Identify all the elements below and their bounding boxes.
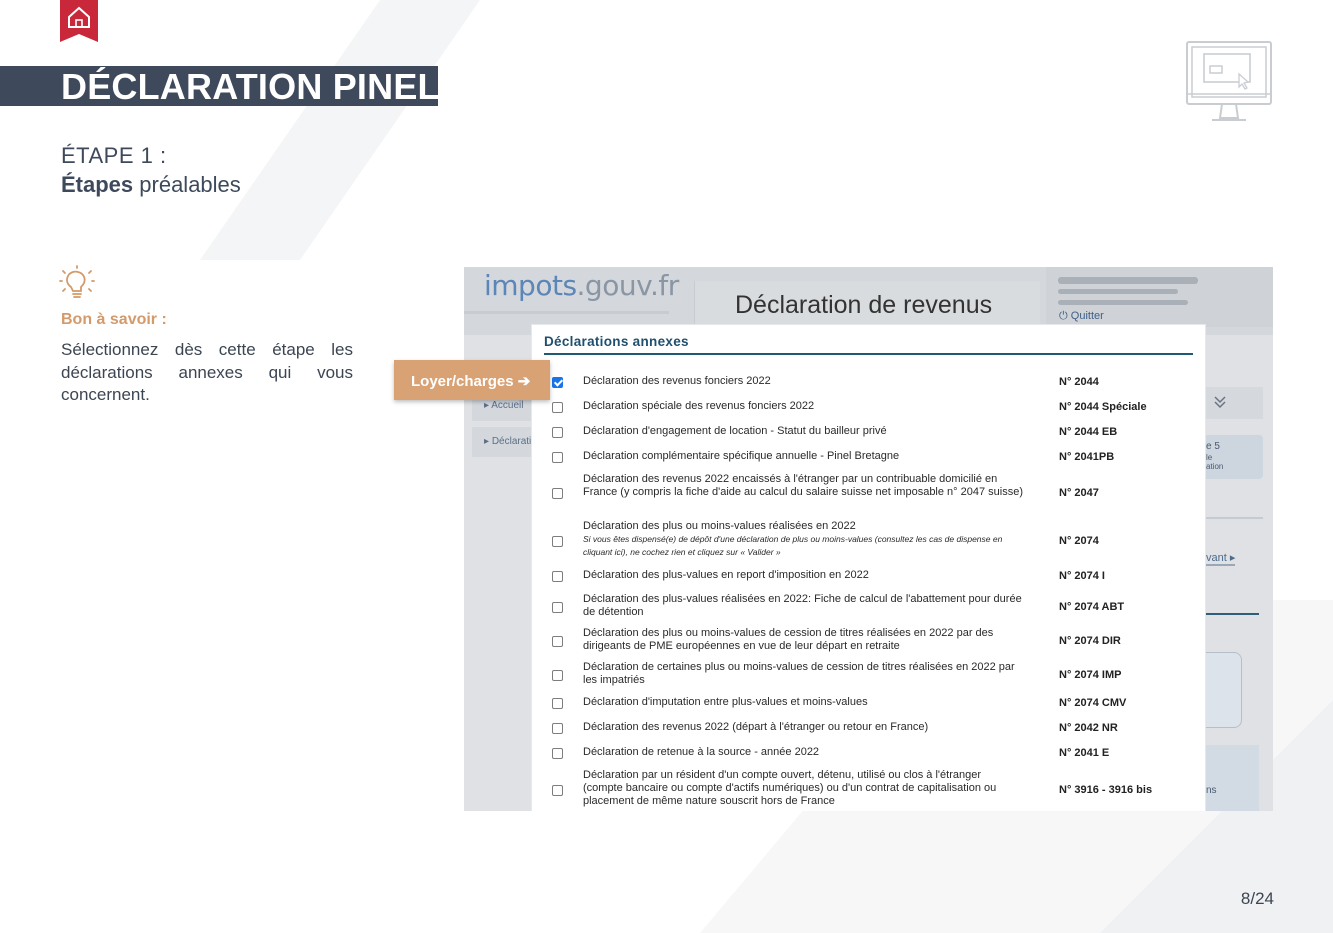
declaration-checkbox[interactable] (552, 488, 563, 499)
declaration-label: Déclaration des revenus fonciers 2022 (583, 375, 771, 387)
declaration-checkbox[interactable] (552, 698, 563, 709)
declaration-checkbox[interactable] (552, 785, 563, 796)
step-5-label: e 5 (1206, 441, 1220, 452)
computer-screen-icon (1186, 41, 1272, 121)
tip-body: Sélectionnez dès cette étape les déclara… (61, 340, 353, 404)
declaration-label: Déclaration de retenue à la source - ann… (583, 746, 820, 758)
declaration-label: Déclaration des plus-values en report d'… (583, 569, 869, 581)
declaration-label: Déclaration d'imputation entre plus-valu… (583, 696, 868, 708)
declaration-checkbox[interactable] (552, 602, 563, 613)
form-number: N° 2074 IMP (1059, 669, 1122, 681)
form-number: N° 2047 (1059, 487, 1099, 499)
declaration-label: Déclaration de certaines plus ou moins-v… (583, 661, 1015, 686)
tip-title: Bon à savoir : (61, 311, 167, 328)
form-number: N° 2044 EB (1059, 426, 1118, 438)
form-number: N° 2074 (1059, 535, 1099, 547)
arrow-right-icon: ➔ (517, 373, 531, 390)
declaration-label: Déclaration des plus ou moins-values réa… (583, 520, 1023, 558)
declaration-checkbox[interactable] (552, 748, 563, 759)
divider (1202, 517, 1263, 519)
step-5-fragment-b: ation (1206, 462, 1224, 471)
declaration-checkbox[interactable] (552, 377, 563, 388)
modal-title-rule (544, 353, 1193, 355)
declaration-checkbox[interactable] (552, 402, 563, 413)
step-title: Étapes préalables (61, 172, 241, 197)
form-number: N° 2042 NR (1059, 722, 1118, 734)
declaration-label: Déclaration des plus-values réalisées en… (583, 593, 1022, 618)
form-number: N° 2044 Spéciale (1059, 401, 1147, 413)
side-help-fragment: ns (1206, 785, 1217, 796)
tax-website-screenshot: impots.gouv.fr Déclaration de revenus ⏻ … (464, 267, 1273, 811)
quit-button[interactable]: ⏻ Quitter (1059, 310, 1104, 323)
collapse-panel[interactable] (1202, 387, 1263, 419)
page-number: 8/24 (1240, 889, 1274, 908)
declaration-checkbox[interactable] (552, 452, 563, 463)
house-icon (60, 0, 98, 42)
loyer-charges-callout: Loyer/charges ➔ (394, 360, 550, 400)
form-number: N° 2041 E (1059, 747, 1110, 759)
form-number: N° 2044 (1059, 376, 1099, 388)
step-number: ÉTAPE 1 : (61, 143, 167, 168)
site-page-title: Déclaration de revenus (735, 291, 993, 319)
declaration-label: Déclaration des revenus 2022 (départ à l… (583, 721, 929, 733)
form-number: N° 2074 I (1059, 570, 1105, 582)
declaration-label: Déclaration des revenus 2022 encaissés à… (583, 473, 1023, 498)
modal-title: Déclarations annexes (544, 334, 689, 349)
declaration-note: Si vous êtes dispensé(e) de dépôt d'une … (583, 534, 1003, 557)
declaration-label: Déclaration des plus ou moins-values de … (583, 627, 994, 652)
chevron-double-down-icon (1214, 396, 1226, 409)
site-brand: impots.gouv.fr (484, 269, 679, 302)
form-number: N° 2074 CMV (1059, 697, 1127, 709)
side-info-card (1202, 652, 1242, 728)
page-title: DÉCLARATION PINEL (61, 66, 440, 107)
form-number: N° 2041PB (1059, 451, 1115, 463)
form-number: N° 3916 - 3916 bis (1059, 784, 1153, 796)
callout-label: Loyer/charges (411, 373, 514, 390)
declaration-label: Déclaration d'engagement de location - S… (583, 425, 887, 437)
form-number: N° 2074 DIR (1059, 635, 1121, 647)
section-rule (1202, 613, 1259, 615)
step-5-fragment-a: le (1206, 453, 1213, 462)
declaration-checkbox[interactable] (552, 670, 563, 681)
declaration-checkbox[interactable] (552, 636, 563, 647)
form-number: N° 2074 ABT (1059, 601, 1125, 613)
declaration-checkbox[interactable] (552, 571, 563, 582)
declaration-label: Déclaration spéciale des revenus foncier… (583, 400, 815, 412)
brand-underline (464, 311, 669, 314)
declaration-label: Déclaration par un résident d'un compte … (583, 769, 997, 807)
lightbulb-icon (59, 265, 95, 298)
annex-declarations-modal: Déclarations annexes Déclaration des rev… (531, 324, 1206, 811)
declaration-checkbox[interactable] (552, 536, 563, 547)
next-link[interactable]: vant ▸ (1206, 551, 1236, 566)
declaration-checkbox[interactable] (552, 427, 563, 438)
declaration-checkbox[interactable] (552, 723, 563, 734)
side-help-panel (1202, 745, 1259, 811)
declaration-label: Déclaration complémentaire spécifique an… (583, 450, 900, 462)
sidebar-item-declaration[interactable]: ▸ Déclarati (472, 427, 532, 457)
